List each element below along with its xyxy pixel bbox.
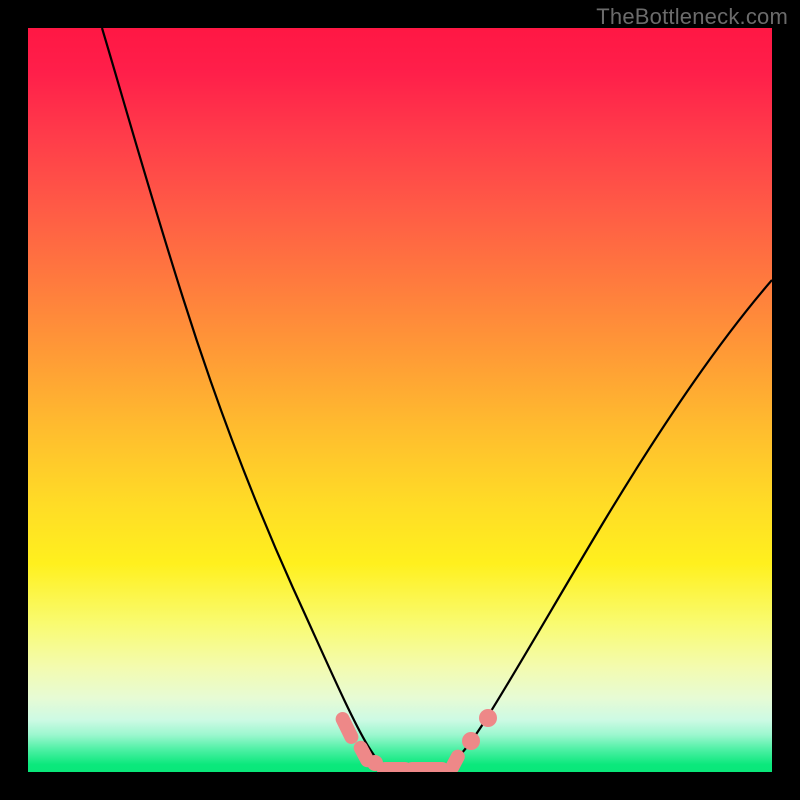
plot-area	[28, 28, 772, 772]
watermark-text: TheBottleneck.com	[596, 4, 788, 30]
markers-group	[333, 709, 497, 772]
chart-frame: TheBottleneck.com	[0, 0, 800, 800]
curve-left-branch	[102, 28, 388, 771]
curve-right-branch	[440, 280, 772, 771]
curves-svg	[28, 28, 772, 772]
